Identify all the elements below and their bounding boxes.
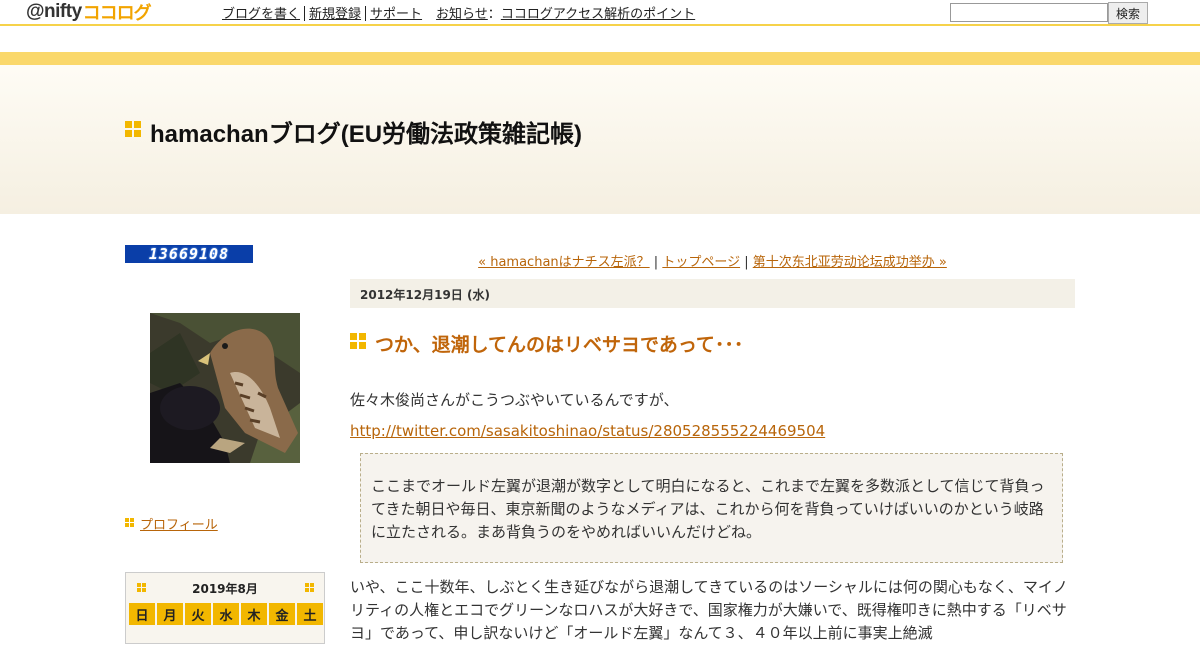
search-input[interactable] [950, 3, 1108, 22]
blog-title[interactable]: hamachanブログ(EU労働法政策雑記帳) [150, 114, 582, 149]
nav-news[interactable]: お知らせ [436, 7, 488, 22]
top-bar: @nifty ココログ ブログを書く 新規登録 サポート お知らせ：ココログアクセス解析… [0, 0, 1200, 26]
post-nav-separator: | [744, 255, 749, 270]
date-header: 2012年12月19日 (水) [350, 279, 1075, 308]
post-nav-separator: | [653, 255, 659, 270]
search-button[interactable]: 検索 [1108, 2, 1148, 24]
weekday-mon: 月 [157, 603, 183, 625]
news-link[interactable]: ココログアクセス解析のポイント [501, 7, 695, 22]
logo-prefix: @nifty [26, 1, 82, 22]
nav-write-blog[interactable]: ブログを書く [222, 7, 300, 22]
post-title[interactable]: つか、退潮してんのはリベサヨであって･･･ [375, 330, 743, 357]
post-intro: 佐々木俊尚さんがこうつぶやいているんですが、 [350, 391, 679, 409]
prev-post-link[interactable]: « hamachanはナチス左派？ [478, 255, 650, 270]
nav-divider [365, 6, 367, 21]
nav-support[interactable]: サポート [370, 7, 422, 22]
news-colon: ： [487, 7, 501, 22]
post-date: 2012年12月19日 (水) [360, 288, 490, 302]
weekday-thu: 木 [241, 603, 267, 625]
top-page-link[interactable]: トップページ [662, 255, 740, 270]
quote-text: ここまでオールド左翼が退潮が数字として明白になると、これまで左翼を多数派として信… [371, 477, 1045, 541]
calendar-weekdays: 日 月 火 水 木 金 土 [129, 603, 323, 625]
access-counter: 13669108 [125, 245, 253, 263]
hawk-photo-image [150, 313, 300, 463]
profile-photo[interactable] [150, 313, 300, 463]
header-stripe [0, 52, 1200, 65]
weekday-sun: 日 [129, 603, 155, 625]
nav-divider [304, 6, 306, 21]
profile-link[interactable]: プロフィール [140, 514, 218, 533]
calendar-widget: 2019年8月 日 月 火 水 木 金 土 [125, 572, 325, 644]
counter-value: 13669108 [148, 245, 230, 263]
post-body: いや、ここ十数年、しぶとく生き延びながら退潮してきているのはソーシャルには何の関… [350, 578, 1068, 642]
tweet-link[interactable]: http://twitter.com/sasakitoshinao/status… [350, 422, 825, 440]
weekday-fri: 金 [269, 603, 295, 625]
weekday-wed: 水 [213, 603, 239, 625]
blockquote: ここまでオールド左翼が退潮が数字として明白になると、これまで左翼を多数派として信… [360, 453, 1063, 563]
calendar-next-icon[interactable] [305, 583, 315, 593]
profile-square-icon [125, 518, 135, 528]
post-navigation: « hamachanはナチス左派？ | トップページ | 第十次东北亚劳动论坛成… [350, 251, 1075, 270]
title-square-icon [125, 121, 141, 137]
top-nav: ブログを書く 新規登録 サポート お知らせ：ココログアクセス解析のポイント [222, 3, 695, 22]
nav-register[interactable]: 新規登録 [309, 7, 361, 22]
calendar-month-title: 2019年8月 [192, 582, 258, 596]
weekday-tue: 火 [185, 603, 211, 625]
nifty-cocolog-logo[interactable]: @nifty ココログ [26, 1, 152, 24]
logo-suffix: ココログ [82, 3, 152, 24]
weekday-sat: 土 [297, 603, 323, 625]
post-title-square-icon [350, 333, 366, 349]
next-post-link[interactable]: 第十次东北亚劳动论坛成功举办 » [753, 255, 947, 270]
